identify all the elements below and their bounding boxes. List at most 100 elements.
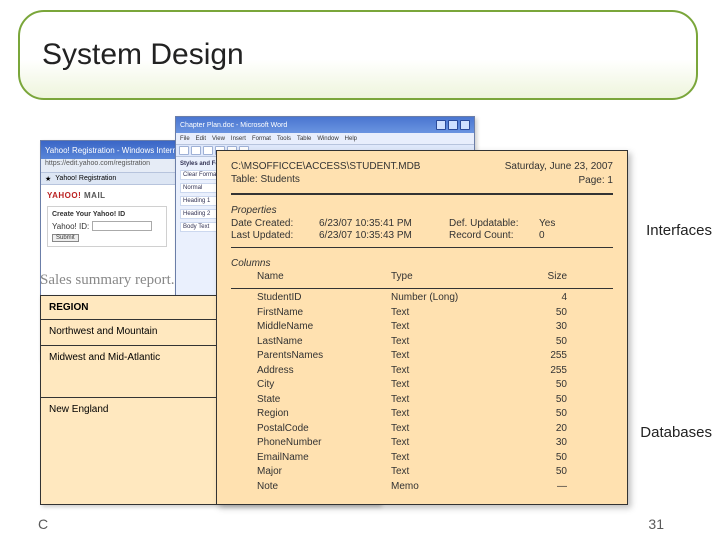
- col-name: MiddleName: [231, 320, 391, 334]
- column-row: ParentsNames Text 255: [231, 349, 613, 363]
- menu-item[interactable]: Tools: [277, 136, 291, 142]
- access-table-doc: C:\MSOFFICCE\ACCESS\STUDENT.MDB Saturday…: [216, 150, 628, 505]
- col-type: Text: [391, 436, 531, 450]
- prop-value: 0: [539, 230, 579, 241]
- col-type: Text: [391, 378, 531, 392]
- column-row: MiddleName Text 30: [231, 320, 613, 334]
- submit-button[interactable]: Submit: [52, 234, 79, 242]
- col-name: Major: [231, 465, 391, 479]
- col-name: EmailName: [231, 451, 391, 465]
- properties-grid: Date Created: 6/23/07 10:35:41 PM Def. U…: [231, 218, 613, 241]
- col-size: 50: [531, 306, 591, 320]
- prop-value: Yes: [539, 218, 579, 229]
- id-field-label: Yahoo! ID:: [52, 222, 89, 231]
- column-row: PostalCode Text 20: [231, 422, 613, 436]
- column-row: City Text 50: [231, 378, 613, 392]
- prop-value: 6/23/07 10:35:41 PM: [319, 218, 449, 229]
- column-row: Note Memo —: [231, 480, 613, 494]
- col-size: 255: [531, 364, 591, 378]
- col-name: FirstName: [231, 306, 391, 320]
- word-menubar[interactable]: File Edit View Insert Format Tools Table Window…: [176, 133, 474, 145]
- prop-label: Last Updated:: [231, 230, 319, 241]
- col-type: Text: [391, 364, 531, 378]
- col-name: City: [231, 378, 391, 392]
- col-size: 50: [531, 451, 591, 465]
- section-columns: Columns: [231, 258, 613, 269]
- address-text: https://edit.yahoo.com/registration: [45, 160, 150, 167]
- content-stage: Yahoo! Registration - Windows Internet E…: [0, 110, 720, 540]
- db-path: C:\MSOFFICCE\ACCESS\STUDENT.MDB: [231, 161, 420, 172]
- signup-heading: Create Your Yahoo! ID: [52, 211, 162, 218]
- page-label: Page: 1: [579, 175, 613, 186]
- col-size: 4: [531, 291, 591, 305]
- report-date: Saturday, June 23, 2007: [505, 161, 613, 172]
- col-name: LastName: [231, 335, 391, 349]
- col-size: —: [531, 480, 591, 494]
- yahoo-logo: YAHOO! MAIL: [47, 191, 106, 200]
- col-type: Text: [391, 335, 531, 349]
- region-cell: New England: [41, 398, 227, 436]
- col-name-header: Name: [231, 271, 391, 282]
- col-name: State: [231, 393, 391, 407]
- page-number: 31: [648, 516, 664, 532]
- region-cell: Midwest and Mid-Atlantic: [41, 346, 227, 397]
- window-controls: [436, 120, 470, 130]
- column-row: State Text 50: [231, 393, 613, 407]
- menu-item[interactable]: View: [212, 136, 225, 142]
- prop-label: Def. Updatable:: [449, 218, 539, 229]
- menu-item[interactable]: Format: [252, 136, 271, 142]
- footer-left: C: [38, 516, 48, 532]
- logo-suffix: MAIL: [84, 191, 106, 200]
- menu-item[interactable]: Help: [345, 136, 357, 142]
- col-type: Text: [391, 349, 531, 363]
- section-properties: Properties: [231, 205, 613, 216]
- col-size: 20: [531, 422, 591, 436]
- col-size: 255: [531, 349, 591, 363]
- region-header: REGION: [41, 296, 227, 319]
- word-window-title: Chapter Plan.doc - Microsoft Word: [180, 122, 287, 129]
- col-size: 30: [531, 436, 591, 450]
- toolbar-icon[interactable]: [191, 146, 201, 155]
- menu-item[interactable]: Edit: [196, 136, 206, 142]
- divider: [231, 288, 613, 289]
- column-row: Address Text 255: [231, 364, 613, 378]
- minimize-icon[interactable]: [436, 120, 446, 130]
- col-type: Number (Long): [391, 291, 531, 305]
- close-icon[interactable]: [460, 120, 470, 130]
- toolbar-icon[interactable]: [203, 146, 213, 155]
- browser-tab[interactable]: Yahoo! Registration: [55, 175, 116, 182]
- col-type-header: Type: [391, 271, 531, 282]
- menu-item[interactable]: Window: [317, 136, 338, 142]
- col-size: 50: [531, 378, 591, 392]
- label-interfaces: Interfaces: [646, 222, 712, 239]
- col-name: ParentsNames: [231, 349, 391, 363]
- maximize-icon[interactable]: [448, 120, 458, 130]
- col-type: Text: [391, 422, 531, 436]
- divider: [231, 193, 613, 195]
- label-databases: Databases: [640, 424, 712, 441]
- col-type: Text: [391, 306, 531, 320]
- col-size: 50: [531, 335, 591, 349]
- yahoo-id-input[interactable]: [92, 221, 152, 231]
- col-type: Text: [391, 451, 531, 465]
- col-size-header: Size: [531, 271, 591, 282]
- logo-text: YAHOO!: [47, 191, 81, 200]
- slide-title: System Design: [42, 38, 244, 72]
- toolbar-icon[interactable]: [179, 146, 189, 155]
- word-titlebar[interactable]: Chapter Plan.doc - Microsoft Word: [176, 117, 474, 133]
- menu-item[interactable]: Table: [297, 136, 311, 142]
- col-type: Memo: [391, 480, 531, 494]
- title-banner: System Design: [18, 10, 698, 100]
- col-name: PhoneNumber: [231, 436, 391, 450]
- col-type: Text: [391, 465, 531, 479]
- column-row: EmailName Text 50: [231, 451, 613, 465]
- column-row: PhoneNumber Text 30: [231, 436, 613, 450]
- divider: [231, 247, 613, 248]
- col-type: Text: [391, 320, 531, 334]
- col-name: Address: [231, 364, 391, 378]
- signup-panel: Create Your Yahoo! ID Yahoo! ID: Submit: [47, 206, 167, 247]
- menu-item[interactable]: File: [180, 136, 190, 142]
- menu-item[interactable]: Insert: [231, 136, 246, 142]
- col-type: Text: [391, 393, 531, 407]
- prop-label: Record Count:: [449, 230, 539, 241]
